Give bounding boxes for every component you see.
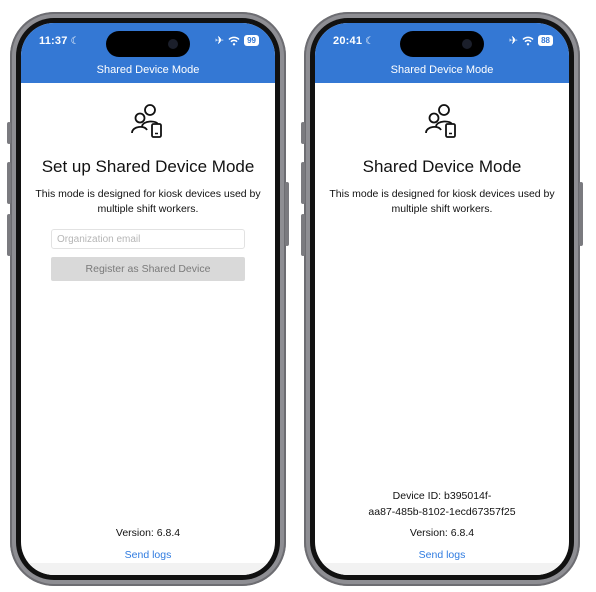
- page-title: Shared Device Mode: [362, 157, 522, 176]
- send-logs-link[interactable]: Send logs: [315, 549, 569, 561]
- camera: [168, 39, 178, 49]
- status-time-text: 20:41: [333, 35, 363, 47]
- dynamic-island: [400, 31, 484, 57]
- bezel: 11:37 ☾ ✈ 99 Shared Device Mode Set up S…: [16, 18, 280, 580]
- dynamic-island: [106, 31, 190, 57]
- battery-icon: 99: [244, 35, 259, 46]
- wifi-icon: [228, 36, 240, 45]
- volume-down-button: [301, 214, 305, 256]
- bezel: 20:41 ☾ ✈ 88 Shared Device Mode Shared D…: [310, 18, 574, 580]
- register-shared-device-button[interactable]: Register as Shared Device: [51, 257, 245, 281]
- camera: [462, 39, 472, 49]
- send-logs-link[interactable]: Send logs: [21, 549, 275, 561]
- volume-up-button: [301, 162, 305, 204]
- shared-users-device-icon: [422, 101, 462, 141]
- wifi-icon: [522, 36, 534, 45]
- description-line: This mode is designed for kiosk devices …: [329, 188, 555, 200]
- volume-up-button: [7, 162, 11, 204]
- device-id-line: aa87-485b-8102-1ecd67357f25: [368, 506, 516, 518]
- description: This mode is designed for kiosk devices …: [325, 187, 559, 217]
- screen-right: 20:41 ☾ ✈ 88 Shared Device Mode Shared D…: [315, 23, 569, 575]
- device-id-line: Device ID: b395014f-: [392, 490, 492, 502]
- airplane-icon: ✈: [508, 35, 519, 47]
- description-line: multiple shift workers.: [97, 203, 199, 215]
- device-id: Device ID: b395014f- aa87-485b-8102-1ecd…: [335, 488, 549, 520]
- status-time-text: 11:37: [39, 35, 68, 47]
- description-line: multiple shift workers.: [391, 203, 493, 215]
- moon-icon: ☾: [70, 36, 80, 47]
- status-time: 11:37 ☾: [39, 35, 80, 47]
- version-label: Version: 6.8.4: [115, 527, 181, 539]
- power-button: [579, 182, 583, 246]
- phone-right: 20:41 ☾ ✈ 88 Shared Device Mode Shared D…: [301, 12, 583, 586]
- side-button: [7, 122, 11, 144]
- header-bar: 11:37 ☾ ✈ 99 Shared Device Mode: [21, 23, 275, 83]
- organization-email-input[interactable]: [51, 229, 245, 249]
- header-bar: 20:41 ☾ ✈ 88 Shared Device Mode: [315, 23, 569, 83]
- version-label: Version: 6.8.4: [409, 527, 475, 539]
- main-content: Shared Device Mode This mode is designed…: [315, 83, 569, 575]
- home-area: [21, 563, 275, 575]
- moon-icon: ☾: [365, 36, 375, 47]
- main-content: Set up Shared Device Mode This mode is d…: [21, 83, 275, 575]
- nav-title: Shared Device Mode: [390, 64, 494, 76]
- page-title: Set up Shared Device Mode: [41, 157, 255, 176]
- shared-users-device-icon: [128, 101, 168, 141]
- screen-left: 11:37 ☾ ✈ 99 Shared Device Mode Set up S…: [21, 23, 275, 575]
- status-icons: ✈ 99: [215, 34, 259, 47]
- power-button: [285, 182, 289, 246]
- battery-icon: 88: [538, 35, 553, 46]
- side-button: [301, 122, 305, 144]
- airplane-icon: ✈: [214, 35, 225, 47]
- status-icons: ✈ 88: [509, 34, 553, 47]
- description-line: This mode is designed for kiosk devices …: [35, 188, 261, 200]
- phone-left: 11:37 ☾ ✈ 99 Shared Device Mode Set up S…: [7, 12, 289, 586]
- status-time: 20:41 ☾: [333, 35, 374, 47]
- home-area: [315, 563, 569, 575]
- volume-down-button: [7, 214, 11, 256]
- description: This mode is designed for kiosk devices …: [31, 187, 265, 217]
- nav-title: Shared Device Mode: [96, 64, 200, 76]
